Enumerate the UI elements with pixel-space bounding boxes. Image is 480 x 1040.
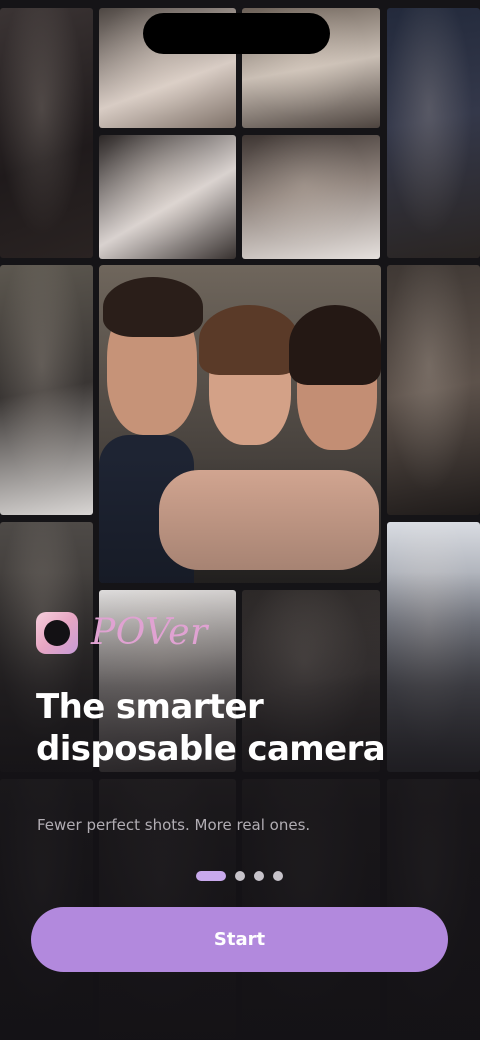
bottom-gradient-overlay	[0, 0, 480, 1040]
page-dot-active[interactable]	[196, 871, 226, 881]
brand-logo: POVer	[36, 612, 208, 654]
onboarding-headline: The smarter disposable camera	[36, 687, 386, 769]
brand-name: POVer	[91, 612, 208, 653]
page-dot[interactable]	[254, 871, 264, 881]
page-dot[interactable]	[273, 871, 283, 881]
lens-circle	[44, 620, 70, 646]
onboarding-subtitle: Fewer perfect shots. More real ones.	[37, 816, 311, 834]
page-indicator	[196, 871, 283, 881]
camera-lens-icon	[36, 612, 78, 654]
start-button[interactable]: Start	[31, 907, 448, 972]
camera-notch	[143, 13, 330, 54]
page-dot[interactable]	[235, 871, 245, 881]
